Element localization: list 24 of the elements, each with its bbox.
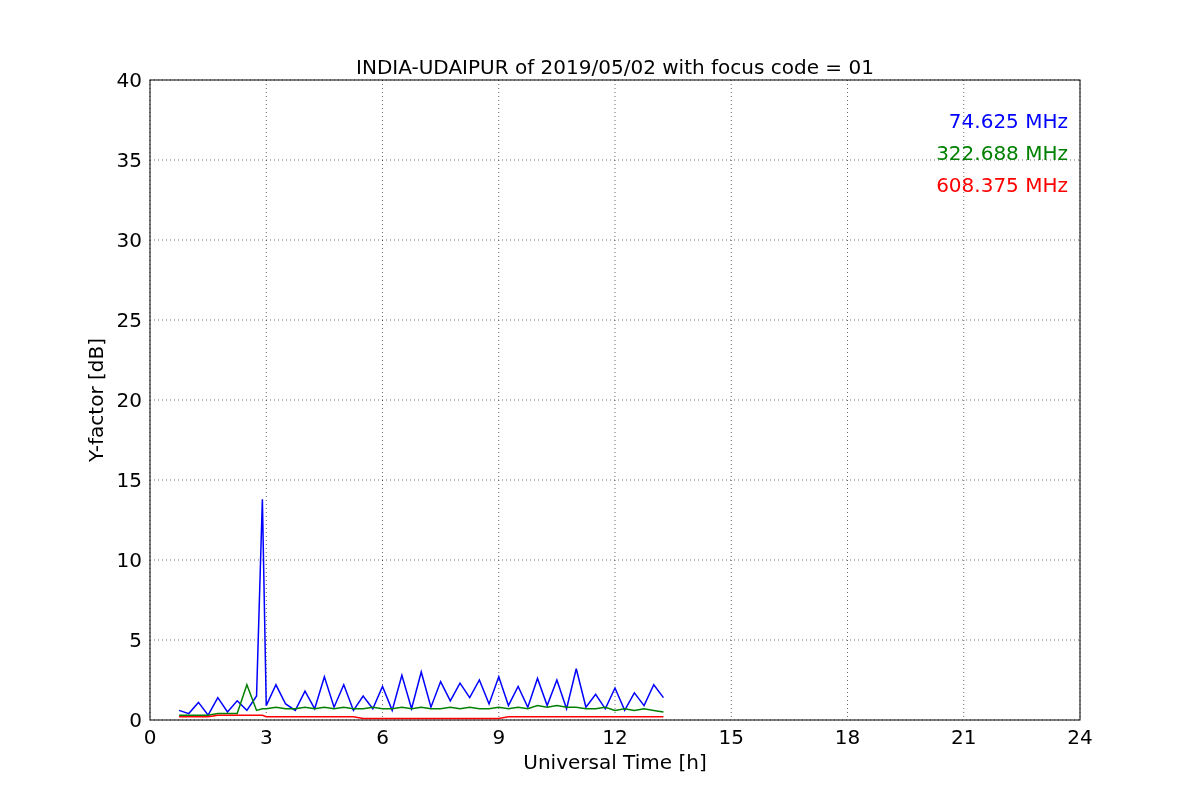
legend-entry: 74.625 MHz xyxy=(948,109,1068,133)
chart-title: INDIA-UDAIPUR of 2019/05/02 with focus code = 01 xyxy=(356,55,874,79)
y-tick-label: 20 xyxy=(116,388,142,412)
x-tick-label: 21 xyxy=(951,725,977,749)
x-tick-label: 9 xyxy=(492,725,506,749)
x-tick-label: 0 xyxy=(143,725,157,749)
legend-entry: 608.375 MHz xyxy=(936,173,1068,197)
x-tick-label: 18 xyxy=(834,725,861,749)
y-tick-label: 25 xyxy=(116,308,142,332)
x-tick-label: 6 xyxy=(376,725,389,749)
x-tick-label: 15 xyxy=(718,725,744,749)
legend-entry: 322.688 MHz xyxy=(936,141,1068,165)
x-tick-label: 12 xyxy=(602,725,628,749)
y-tick-label: 30 xyxy=(116,228,142,252)
y-tick-label: 35 xyxy=(116,148,142,172)
x-axis-label: Universal Time [h] xyxy=(523,750,707,774)
y-axis-label: Y-factor [dB] xyxy=(84,338,108,462)
y-tick-label: 0 xyxy=(129,708,142,732)
y-tick-label: 5 xyxy=(129,628,142,652)
x-tick-label: 24 xyxy=(1067,725,1093,749)
y-tick-label: 15 xyxy=(116,468,142,492)
x-tick-label: 3 xyxy=(259,725,273,749)
y-tick-label: 10 xyxy=(116,548,142,572)
y-tick-label: 40 xyxy=(116,68,142,92)
